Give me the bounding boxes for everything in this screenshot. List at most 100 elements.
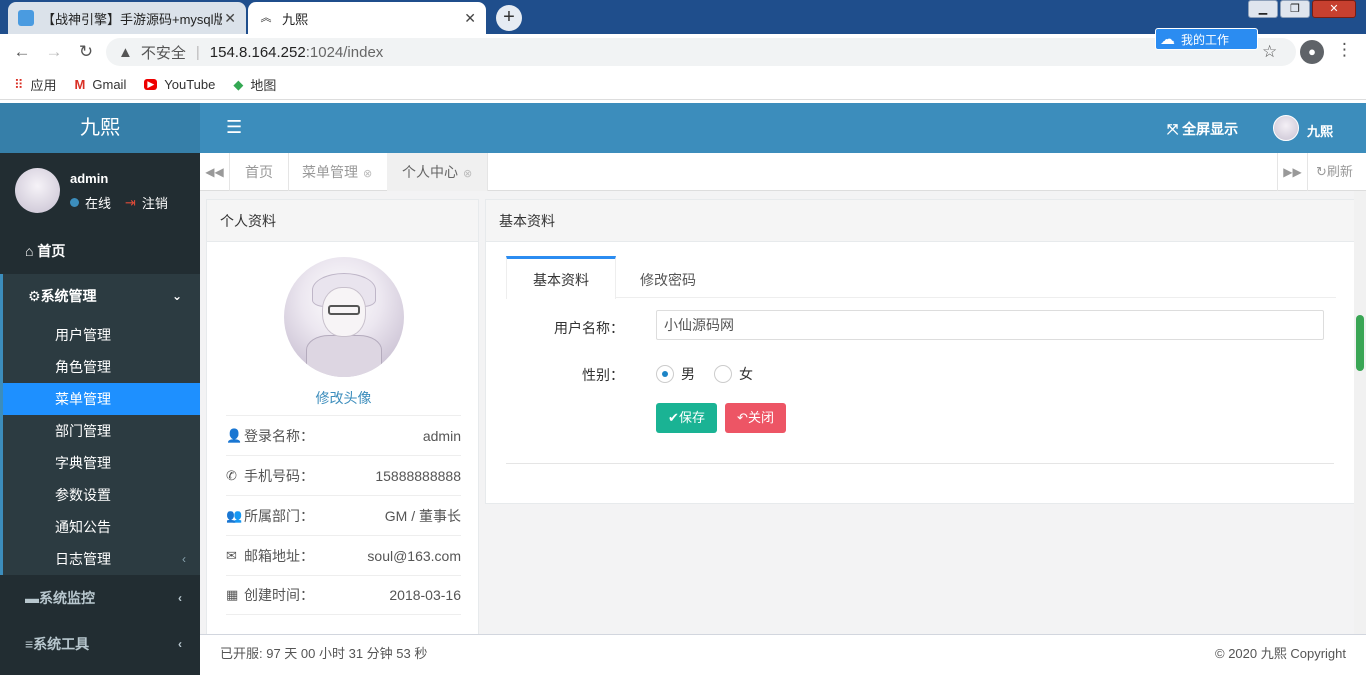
save-button[interactable]: ✔保存 <box>656 403 717 433</box>
new-tab-button[interactable]: + <box>496 5 522 31</box>
browser-menu-icon[interactable]: ⋮ <box>1336 40 1353 60</box>
bookmark-gmail[interactable]: M Gmail <box>75 77 127 92</box>
gender-male-radio[interactable]: 男 <box>656 364 695 384</box>
header-user-name[interactable]: 九熙 <box>1307 121 1333 140</box>
avatar <box>15 168 60 213</box>
tab-basic-info[interactable]: 基本资料 <box>506 256 616 299</box>
minimize-button[interactable]: ▁ <box>1248 0 1278 18</box>
sidebar-item-home[interactable]: ⌂ 首页 <box>0 229 200 274</box>
apps-grid-icon: ⠿ <box>14 76 24 92</box>
system-submenu: 用户管理 角色管理 菜单管理 部门管理 字典管理 参数设置 通知公告 日志管理 ‹ <box>0 319 200 575</box>
sidebar-item-users[interactable]: 用户管理 <box>3 319 200 351</box>
status-text: 在线 <box>85 196 112 211</box>
browser-tab-2[interactable]: ︽ 九熙 ✕ <box>248 2 486 34</box>
username-label: 用户名称： <box>554 320 624 336</box>
gmail-icon: M <box>74 77 86 92</box>
divider: | <box>195 43 200 61</box>
sidebar-item-logs[interactable]: 日志管理 ‹ <box>3 543 200 575</box>
sidebar-username: admin <box>70 171 109 186</box>
gear-icon: ⚙ <box>28 288 41 304</box>
tabs-scroll-left-icon[interactable]: ◀◀ <box>200 153 230 191</box>
phone-icon: ✆ <box>226 467 237 483</box>
info-label: 创建时间： <box>244 587 314 603</box>
fullscreen-button[interactable]: ⤧ 全屏显示 <box>1167 119 1238 139</box>
tab-close-icon[interactable]: ✕ <box>224 10 236 27</box>
logout-link[interactable]: 注销 <box>142 193 168 212</box>
list-item: 👥 所属部门： GM / 董事长 <box>226 495 461 535</box>
chevron-left-icon: ‹ <box>182 552 186 566</box>
tab-profile[interactable]: 个人中心 ⊗ <box>387 153 489 191</box>
sidebar-item-monitor[interactable]: ▬系统监控 ‹ <box>0 575 200 621</box>
footer: 已开服: 97 天 00 小时 31 分钟 53 秒 © 2020 九熙 Cop… <box>200 634 1366 675</box>
user-icon: 👤 <box>226 427 243 443</box>
bookmark-label: 应用 <box>30 78 57 93</box>
list-item: ✆ 手机号码： 15888888888 <box>226 455 461 495</box>
sidebar-item-label: 系统监控 <box>39 590 95 606</box>
reload-icon[interactable]: ↻ <box>70 42 102 62</box>
browser-tab-title: 【战神引擎】手游源码+mysql版 <box>42 11 222 27</box>
youtube-icon: ▶ <box>144 79 158 90</box>
info-value: admin <box>422 427 461 444</box>
close-icon[interactable]: ⊗ <box>363 168 372 180</box>
info-label: 所属部门： <box>244 507 314 524</box>
close-button[interactable]: ↶关闭 <box>725 403 786 433</box>
sidebar-item-menus[interactable]: 菜单管理 <box>3 383 200 415</box>
online-dot-icon <box>70 198 79 207</box>
logout-icon[interactable]: ⇥ <box>125 195 136 211</box>
bookmark-apps[interactable]: ⠿ 应用 <box>14 75 57 94</box>
header-avatar[interactable] <box>1273 115 1299 141</box>
window-close-button[interactable]: ✕ <box>1312 0 1356 18</box>
maximize-button[interactable]: ❐ <box>1280 0 1310 18</box>
page-scrollbar[interactable] <box>1354 191 1366 634</box>
tab-close-icon[interactable]: ✕ <box>464 10 476 27</box>
bookmark-youtube[interactable]: ▶ YouTube <box>144 77 215 92</box>
gender-label: 性别： <box>582 367 624 383</box>
refresh-icon: ↻ <box>1316 164 1327 179</box>
save-label: 保存 <box>678 410 705 425</box>
sidebar-item-tools[interactable]: ≡系统工具 ‹ <box>0 621 200 667</box>
calendar-icon: ▦ <box>226 587 239 602</box>
sidebar-item-system[interactable]: ⚙系统管理 ⌄ <box>0 274 200 319</box>
window-controls: ▁ ❐ ✕ <box>1248 0 1356 18</box>
user-panel: admin 在线 ⇥ 注销 <box>0 153 200 229</box>
close-icon[interactable]: ⊗ <box>463 168 472 180</box>
tabs-scroll-right-icon[interactable]: ▶▶ <box>1277 153 1307 191</box>
app-header: 九熙 ☰ ⤧ 全屏显示 九熙 <box>0 103 1366 153</box>
sidebar-item-roles[interactable]: 角色管理 <box>3 351 200 383</box>
radio-label: 男 <box>681 366 695 382</box>
scrollbar-thumb[interactable] <box>1356 315 1364 371</box>
info-value: soul@163.com <box>367 547 461 564</box>
change-avatar-link[interactable]: 修改头像 <box>207 388 480 408</box>
sidebar-item-notices[interactable]: 通知公告 <box>3 511 200 543</box>
sidebar-item-depts[interactable]: 部门管理 <box>3 415 200 447</box>
gender-female-radio[interactable]: 女 <box>714 364 753 384</box>
menu-toggle-icon[interactable]: ☰ <box>226 117 242 138</box>
app-logo[interactable]: 九熙 <box>0 103 200 153</box>
info-value: 15888888888 <box>375 467 461 484</box>
account-icon[interactable]: ● <box>1300 40 1324 64</box>
basic-box-title: 基本资料 <box>486 200 1354 242</box>
tab-menu-manage[interactable]: 菜单管理 ⊗ <box>287 153 389 191</box>
tab-change-password[interactable]: 修改密码 <box>614 256 722 298</box>
extension-button[interactable]: ☁ 我的工作 <box>1155 28 1258 50</box>
home-icon: ⌂ <box>25 243 38 259</box>
info-label: 手机号码： <box>244 467 314 484</box>
video-icon: ▬ <box>25 590 39 606</box>
sidebar-item-dict[interactable]: 字典管理 <box>3 447 200 479</box>
tab-home[interactable]: 首页 <box>230 153 289 191</box>
check-icon: ✔ <box>668 410 679 425</box>
sidebar-item-label: 首页 <box>37 243 66 259</box>
refresh-button[interactable]: ↻刷新 <box>1307 153 1366 191</box>
bookmark-maps[interactable]: ◆ 地图 <box>233 75 276 94</box>
sidebar-item-params[interactable]: 参数设置 <box>3 479 200 511</box>
insecure-label: 不安全 <box>140 44 186 62</box>
username-input[interactable]: 小仙源码网 <box>656 310 1324 340</box>
bookmark-star-icon[interactable]: ☆ <box>1262 42 1277 62</box>
back-icon[interactable]: ← <box>6 42 38 62</box>
forward-icon[interactable]: → <box>38 42 70 62</box>
address-input[interactable]: ▲ 不安全 | 154.8.164.252 :1024/index <box>106 38 1296 66</box>
sidebar: admin 在线 ⇥ 注销 ⌂ 首页 ⚙系统管理 ⌄ 用户管理 角色管理 菜单管… <box>0 153 200 675</box>
browser-tab-1[interactable]: 【战神引擎】手游源码+mysql版 ✕ <box>8 2 246 34</box>
bookmarks-bar: ⠿ 应用 M Gmail ▶ YouTube ◆ 地图 <box>0 70 1366 100</box>
warning-icon: ▲ <box>118 43 133 61</box>
